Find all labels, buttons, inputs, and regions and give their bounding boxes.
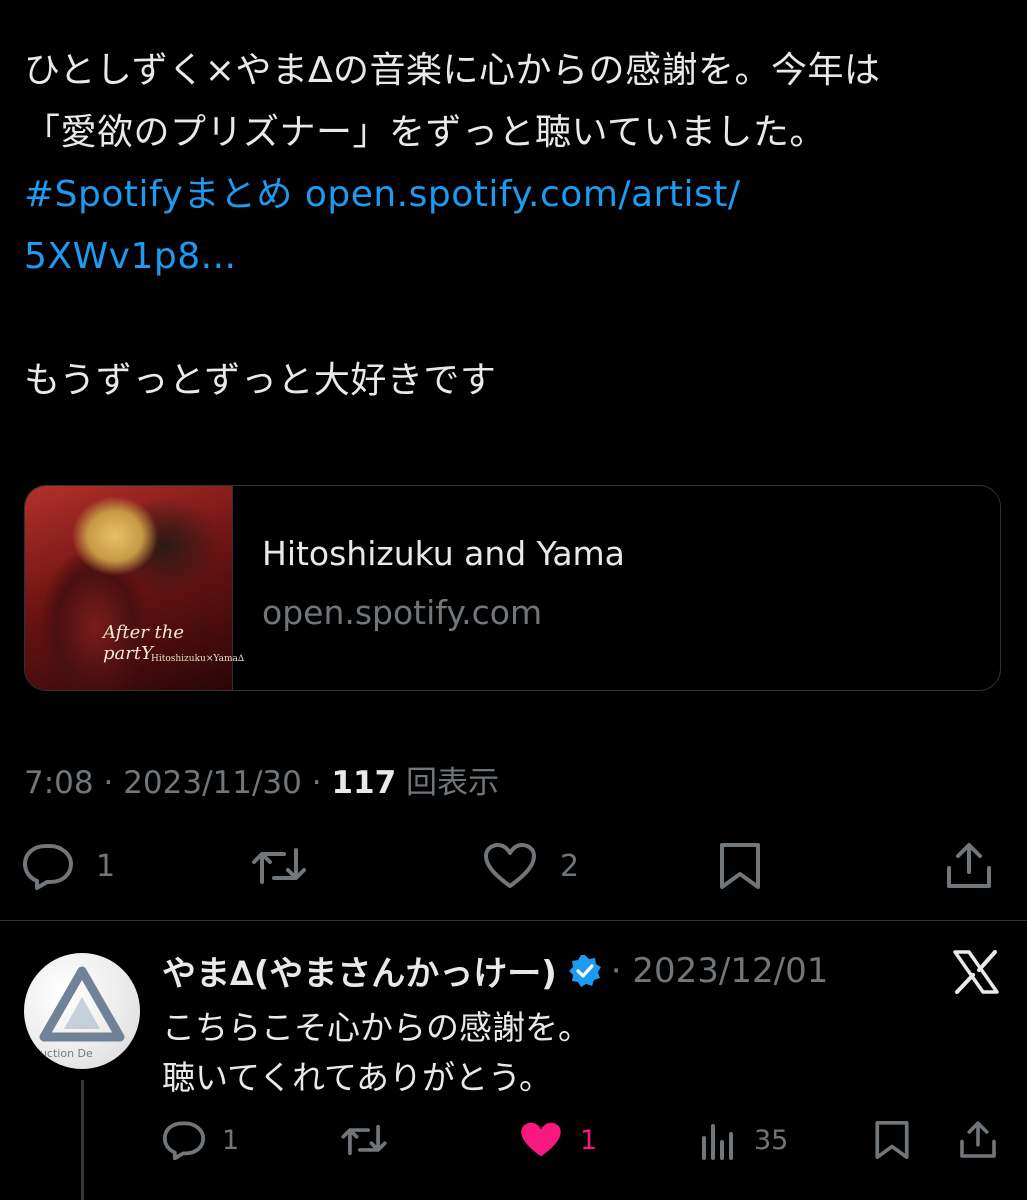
- tweet-line-1: ひとしずく×やま∆の音楽に心からの感謝を。今年は: [24, 50, 881, 91]
- hashtag-link[interactable]: #Spotifyまとめ: [24, 174, 293, 215]
- tweet-closing-line: もうずっとずっと大好きです: [24, 360, 497, 401]
- like-button[interactable]: 2: [482, 842, 579, 890]
- spotify-url-link-cont[interactable]: 5XWv1p8...: [24, 226, 1014, 288]
- reply-views-button[interactable]: 35: [700, 1120, 788, 1160]
- link-preview-card[interactable]: After the partY Hitoshizuku×Yama∆: [24, 485, 1001, 691]
- reply-reply-count: 1: [222, 1124, 240, 1156]
- reply-like-count: 1: [580, 1124, 598, 1156]
- tweet-time[interactable]: 7:08: [24, 765, 94, 801]
- share-icon: [947, 843, 991, 888]
- avatar[interactable]: nduction De: [24, 953, 140, 1069]
- retweet-icon: [341, 1124, 387, 1156]
- artwork-subtitle: Hitoshizuku×Yama∆: [151, 654, 245, 664]
- like-count: 2: [560, 848, 580, 884]
- tweet-meta: 7:08 · 2023/11/30 · 117 回表示: [24, 765, 500, 801]
- reply-reply-button[interactable]: 1: [162, 1120, 239, 1160]
- reply-line-2: 聴いてくれてありがとう。: [162, 1058, 553, 1097]
- divider: [0, 920, 1027, 921]
- avatar-logo-icon: nduction De: [26, 966, 125, 1060]
- tweet-line-2: 「愛欲のプリズナー」をずっと聴いていました。: [24, 112, 826, 153]
- view-count: 117: [331, 765, 397, 801]
- reply-count: 1: [96, 848, 116, 884]
- reply-like-button[interactable]: 1: [518, 1120, 597, 1160]
- like-icon: [484, 843, 536, 888]
- reply-bookmark-button[interactable]: [874, 1120, 910, 1160]
- reply-button[interactable]: 1: [22, 842, 115, 890]
- reply-header: やま∆(やまさんかっけー) · 2023/12/01: [162, 946, 828, 995]
- tweet-date[interactable]: 2023/11/30: [123, 765, 302, 801]
- reply-line-1: こちらこそ心からの感謝を。: [162, 1008, 591, 1047]
- card-domain: open.spotify.com: [262, 593, 543, 632]
- views-icon: [702, 1124, 733, 1160]
- x-logo-icon[interactable]: [952, 950, 1000, 998]
- share-button[interactable]: [944, 842, 994, 890]
- spotify-url-link[interactable]: open.spotify.com/artist/: [305, 174, 741, 215]
- verified-badge-icon: [568, 954, 601, 987]
- reply-date[interactable]: · 2023/12/01: [611, 951, 829, 991]
- reply-text: こちらこそ心からの感謝を。 聴いてくれてありがとう。: [162, 1003, 591, 1103]
- reply-retweet-button[interactable]: [340, 1120, 388, 1160]
- album-artwork: After the partY Hitoshizuku×Yama∆: [25, 486, 244, 690]
- bookmark-button[interactable]: [718, 842, 762, 890]
- avatar-text: nduction De: [26, 1047, 93, 1060]
- bookmark-icon: [720, 843, 760, 889]
- reply-views-count: 35: [754, 1124, 789, 1156]
- like-icon: [521, 1122, 561, 1157]
- reply-author-name[interactable]: やま∆(やまさんかっけー): [162, 946, 557, 995]
- retweet-icon: [252, 848, 306, 884]
- reply-icon: [23, 844, 73, 890]
- reply-icon: [162, 1121, 206, 1160]
- reply-share-button[interactable]: [958, 1120, 998, 1160]
- view-count-label: 回表示: [406, 765, 500, 801]
- thread-line: [81, 1080, 84, 1200]
- retweet-button[interactable]: [250, 842, 308, 890]
- share-icon: [960, 1121, 996, 1158]
- card-title[interactable]: Hitoshizuku and Yama: [262, 534, 625, 573]
- tweet-text: ひとしずく×やま∆の音楽に心からの感謝を。今年は 「愛欲のプリズナー」をずっと聴…: [24, 40, 1014, 412]
- bookmark-icon: [875, 1120, 909, 1160]
